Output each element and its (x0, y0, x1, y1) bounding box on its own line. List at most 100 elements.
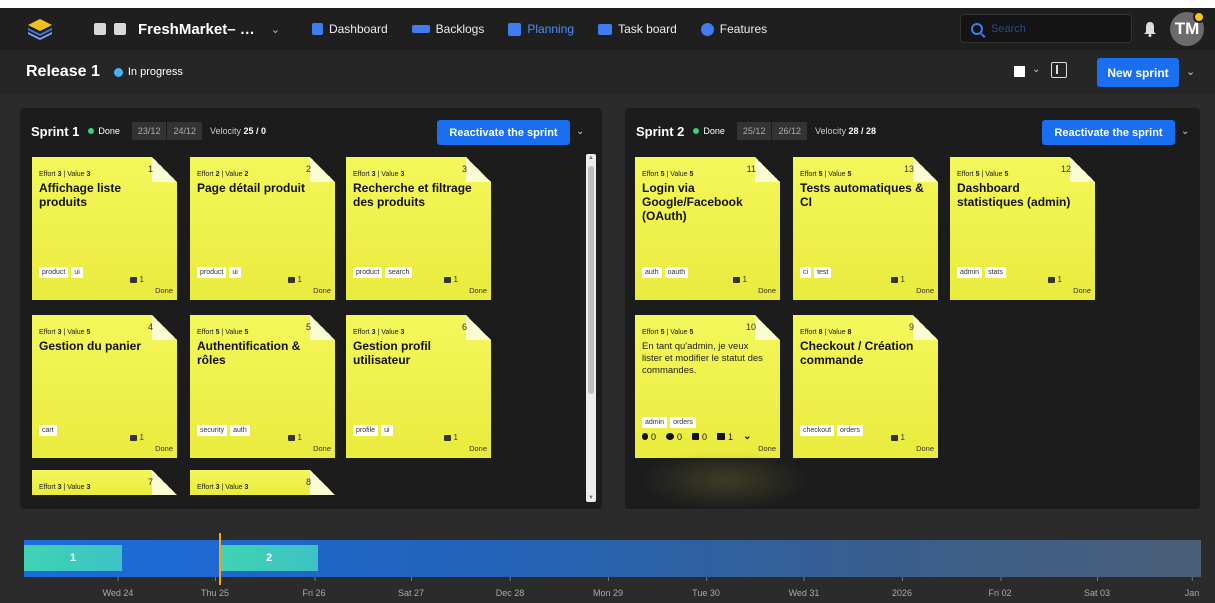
story-card[interactable]: 11 Effort 5 | Value 5 Login via Google/Fac… (635, 157, 780, 300)
value-value: 5 (689, 329, 694, 336)
tasks-icon (732, 276, 740, 283)
nav-planning[interactable]: Planning (496, 8, 586, 50)
story-card[interactable]: 8 Effort 3 | Value 3 (190, 470, 335, 495)
search-box[interactable] (960, 14, 1132, 43)
story-card[interactable]: 6 Effort 3 | Value 3 Gestion profil utilis… (346, 315, 491, 458)
velocity-label: Velocity (814, 126, 847, 136)
tasks-count: 1 (717, 432, 733, 442)
nav-dashboard[interactable]: Dashboard (300, 8, 400, 50)
tag[interactable]: ui (71, 267, 83, 278)
nav-taskboard[interactable]: Task board (586, 8, 689, 50)
tag[interactable]: cart (39, 425, 57, 436)
new-sprint-chevron-icon[interactable]: ⌄ (1186, 65, 1195, 78)
card-fold (1070, 157, 1095, 182)
sprint-scrollbar[interactable]: ▲ ▼ (586, 154, 596, 502)
sprint-dates[interactable]: 23/12 24/12 (131, 122, 202, 140)
scroll-up-icon[interactable]: ▲ (588, 155, 594, 161)
story-card[interactable]: 2 Effort 2 | Value 2 Page détail produit pr… (190, 157, 335, 300)
timeline-track[interactable]: 1 2 (24, 540, 1201, 577)
sprint-dates[interactable]: 25/12 26/12 (736, 122, 807, 140)
story-card[interactable]: 13 Effort 5 | Value 5 Tests automatiques &… (793, 157, 938, 300)
nav-dashboard-label: Dashboard (328, 22, 388, 36)
checkbox-icon (692, 433, 700, 440)
tag[interactable]: admin (957, 267, 983, 278)
chevron-down-icon[interactable]: ⌄ (1181, 126, 1189, 137)
nav-features[interactable]: Features (689, 8, 779, 50)
timeline-sprint-1[interactable]: 1 (24, 545, 122, 571)
tag[interactable]: profile (353, 425, 379, 436)
view-mode-chevron-icon[interactable]: ⌄ (1032, 64, 1040, 75)
effort-label: Effort (957, 171, 974, 178)
tag[interactable]: admin (642, 417, 668, 428)
timeline-tick-label: Dec 28 (495, 588, 525, 598)
tag[interactable]: test (814, 267, 832, 278)
sprint-status-label: Done (703, 126, 725, 136)
story-card[interactable]: 9 Effort 8 | Value 8 Checkout / Création c… (793, 315, 938, 458)
card-tags: checkout orders (800, 425, 863, 436)
sprint-start-date[interactable]: 25/12 (736, 122, 772, 140)
story-card[interactable]: 12 Effort 5 | Value 5 Dashboard statistiqu… (950, 157, 1095, 300)
value-value: 8 (847, 329, 852, 336)
sprint-start-date[interactable]: 23/12 (131, 122, 167, 140)
value-value: 5 (244, 329, 249, 336)
story-card[interactable]: 5 Effort 5 | Value 5 Authentification & rô… (190, 315, 335, 458)
search-icon (971, 22, 983, 35)
card-effort-value: Effort 5 | Value 5 (957, 171, 1009, 178)
story-card[interactable]: 10 Effort 5 | Value 5 En tant qu'admin, je… (635, 315, 780, 458)
new-sprint-button[interactable]: New sprint (1097, 58, 1179, 87)
tag[interactable]: ui (381, 425, 393, 436)
view-mode-icon[interactable] (1014, 66, 1025, 77)
sprint-end-date[interactable]: 26/12 (771, 122, 807, 140)
card-fold (913, 157, 938, 182)
sprint-end-date[interactable]: 24/12 (166, 122, 202, 140)
tag[interactable]: ui (229, 267, 241, 278)
nav-features-label: Features (719, 22, 768, 36)
tag[interactable]: stats (985, 267, 1006, 278)
dashboard-icon (311, 23, 323, 35)
card-title: Affichage liste produits (39, 181, 122, 209)
tag[interactable]: orders (837, 425, 863, 436)
comment-icon (666, 433, 675, 440)
tasks-icon (129, 434, 137, 441)
card-fold (755, 315, 780, 340)
effort-value: 2 (215, 171, 220, 178)
story-card[interactable]: 4 Effort 3 | Value 5 Gestion du panier cart… (32, 315, 177, 458)
project-selector[interactable]: FreshMarket– … ⌄ (94, 21, 280, 38)
avatar[interactable]: TM (1170, 11, 1205, 46)
tag[interactable]: auth (642, 267, 662, 278)
tag[interactable]: search (385, 267, 413, 278)
tag[interactable]: auth (230, 425, 250, 436)
card-tasks: 1 (129, 275, 144, 284)
scroll-down-icon[interactable]: ▼ (588, 495, 594, 501)
search-input[interactable] (991, 22, 1121, 35)
tag[interactable]: orders (670, 417, 696, 428)
tag[interactable]: oauth (664, 267, 689, 278)
reactivate-sprint-button[interactable]: Reactivate the sprint (1042, 120, 1175, 145)
reactivate-sprint-button[interactable]: Reactivate the sprint (437, 120, 570, 145)
timeline-sprint-2[interactable]: 2 (220, 545, 318, 571)
nav-backlogs[interactable]: Backlogs (400, 8, 497, 50)
story-card[interactable]: 3 Effort 3 | Value 3 Recherche et filtrage… (346, 157, 491, 300)
tag[interactable]: product (39, 267, 69, 278)
chevron-down-icon[interactable]: ⌄ (576, 126, 584, 137)
release-title: Release 1 (26, 63, 100, 80)
card-fold (152, 315, 177, 340)
tasks-count: 1 (453, 275, 458, 284)
card-description: En tant qu'admin, je veux lister et modi… (642, 341, 763, 376)
tag[interactable]: ci (800, 267, 812, 278)
card-fold (310, 315, 335, 340)
chevron-down-icon[interactable]: ⌄ (743, 431, 751, 442)
value-value: 3 (400, 329, 405, 336)
app-logo-icon[interactable] (26, 17, 54, 41)
tag[interactable]: product (353, 267, 383, 278)
nav-taskboard-label: Task board (618, 22, 677, 36)
scrollbar-thumb[interactable] (588, 166, 594, 394)
tag[interactable]: product (197, 267, 227, 278)
story-card[interactable]: 7 Effort 3 | Value 3 (32, 470, 177, 495)
toggle-panel-icon[interactable] (1051, 62, 1067, 78)
card-title: Gestion profil utilisateur (353, 339, 431, 367)
tag[interactable]: security (197, 425, 228, 436)
story-card[interactable]: 1 Effort 3 | Value 3 Affichage liste produ… (32, 157, 177, 300)
tag[interactable]: checkout (800, 425, 835, 436)
bell-icon[interactable] (1143, 21, 1157, 37)
